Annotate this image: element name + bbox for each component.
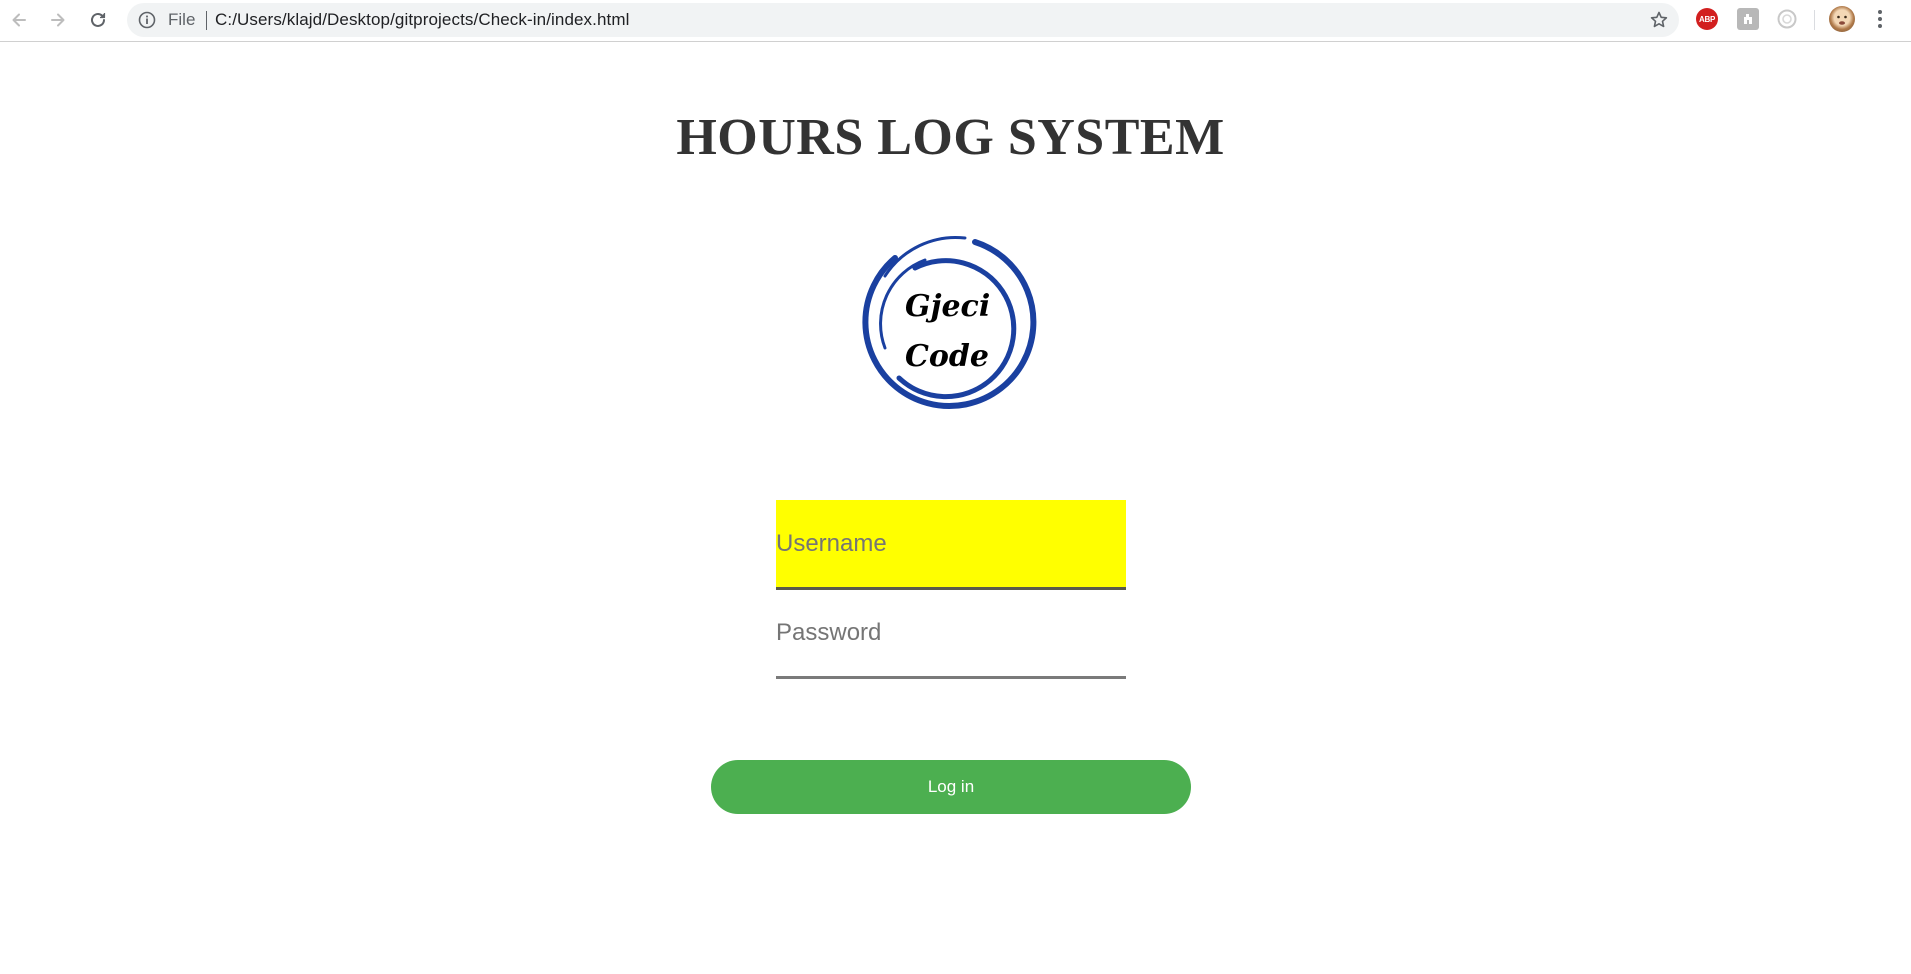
profile-avatar[interactable]	[1829, 6, 1855, 32]
gjeci-code-logo: Gjeci Code	[862, 236, 1037, 409]
address-bar[interactable]: File C:/Users/klajd/Desktop/gitprojects/…	[127, 3, 1679, 37]
info-icon[interactable]	[138, 11, 156, 29]
target-extension-icon[interactable]	[1776, 8, 1798, 30]
logo-line-1: Gjeci	[905, 289, 990, 324]
reload-button[interactable]	[85, 7, 111, 33]
adblock-extension-button[interactable]: ABP	[1696, 8, 1718, 30]
page-title: HOURS LOG SYSTEM	[676, 109, 1225, 166]
adblock-label: ABP	[1699, 14, 1715, 24]
login-button[interactable]: Log in	[711, 760, 1191, 814]
extension-icon	[1744, 14, 1752, 24]
forward-button[interactable]	[45, 7, 71, 33]
star-icon[interactable]	[1649, 10, 1669, 30]
arrow-left-icon	[12, 13, 26, 27]
url-text[interactable]: C:/Users/klajd/Desktop/gitprojects/Check…	[215, 11, 630, 29]
back-button[interactable]	[6, 7, 32, 33]
extension-button[interactable]	[1737, 8, 1759, 30]
toolbar-divider	[1814, 10, 1815, 30]
more-vert-icon[interactable]	[1873, 8, 1887, 30]
reload-icon	[91, 12, 106, 27]
avatar-face-icon	[1837, 15, 1847, 25]
password-input[interactable]	[776, 589, 1126, 679]
url-scheme-label: File	[168, 10, 196, 29]
browser-toolbar: File C:/Users/klajd/Desktop/gitprojects/…	[0, 0, 1911, 42]
logo-line-2: Code	[905, 339, 989, 374]
url-separator	[206, 11, 207, 30]
username-input[interactable]	[776, 500, 1126, 590]
arrow-right-icon	[51, 13, 65, 27]
